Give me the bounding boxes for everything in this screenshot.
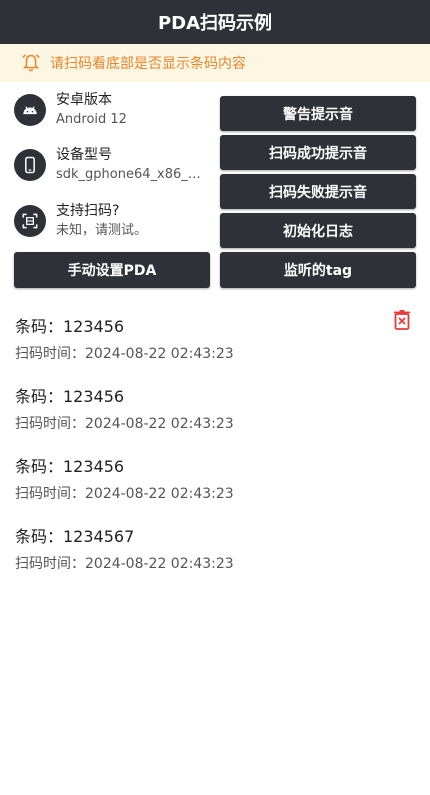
- android-version-info: 安卓版本 Android 12: [14, 88, 214, 132]
- scan-icon: [14, 205, 46, 237]
- scan-record-item: 条码：123456 扫码时间：2024-08-22 02:43:23: [15, 456, 415, 503]
- app-title-bar: PDA扫码示例: [0, 0, 430, 44]
- device-model-value: sdk_gphone64_x86_…: [56, 167, 201, 182]
- barcode-text: 条码：1234567: [15, 527, 135, 546]
- device-model-info: 设备型号 sdk_gphone64_x86_…: [14, 143, 214, 187]
- alarm-bell-icon: [22, 54, 40, 72]
- android-version-value: Android 12: [56, 112, 127, 127]
- barcode-text: 条码：123456: [15, 387, 125, 406]
- scan-support-value: 未知，请测试。: [56, 223, 148, 238]
- scan-record-item: 条码：123456 扫码时间：2024-08-22 02:43:23: [15, 316, 415, 363]
- scan-fail-sound-button[interactable]: 扫码失败提示音: [220, 174, 416, 209]
- scan-time-text: 扫码时间：2024-08-22 02:43:23: [15, 416, 234, 432]
- app-title: PDA扫码示例: [157, 13, 273, 34]
- scan-time-text: 扫码时间：2024-08-22 02:43:23: [15, 346, 234, 362]
- scan-record-item: 条码：1234567 扫码时间：2024-08-22 02:43:23: [15, 526, 415, 573]
- scan-time-text: 扫码时间：2024-08-22 02:43:23: [15, 486, 234, 502]
- android-icon: [14, 94, 46, 126]
- notice-text: 请扫码看底部是否显示条码内容: [50, 56, 246, 72]
- scan-success-sound-button[interactable]: 扫码成功提示音: [220, 135, 416, 170]
- listen-tag-button[interactable]: 监听的tag: [220, 252, 416, 288]
- scan-support-label: 支持扫码?: [56, 203, 120, 219]
- phone-icon: [14, 149, 46, 181]
- scan-time-text: 扫码时间：2024-08-22 02:43:23: [15, 556, 234, 572]
- device-model-label: 设备型号: [56, 147, 112, 163]
- scan-support-info: 支持扫码? 未知，请测试。: [14, 199, 214, 243]
- android-version-label: 安卓版本: [56, 92, 112, 108]
- scan-record-item: 条码：123456 扫码时间：2024-08-22 02:43:23: [15, 386, 415, 433]
- barcode-text: 条码：123456: [15, 457, 125, 476]
- init-log-button[interactable]: 初始化日志: [220, 213, 416, 248]
- warning-sound-button[interactable]: 警告提示音: [220, 96, 416, 131]
- manual-setup-pda-button[interactable]: 手动设置PDA: [14, 252, 210, 288]
- barcode-text: 条码：123456: [15, 317, 125, 336]
- scan-notice-banner: 请扫码看底部是否显示条码内容: [0, 44, 430, 82]
